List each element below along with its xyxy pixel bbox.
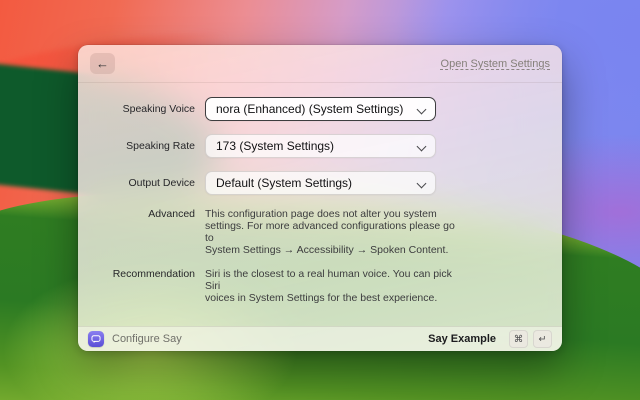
advanced-row: Advanced This configuration page does no… [78,208,562,256]
speech-bubble-icon [88,331,104,347]
chevron-down-icon [417,104,427,114]
back-arrow-icon: ← [96,56,109,71]
footer-actions: Say Example ⌘ ↵ [428,330,552,348]
command-key-icon[interactable]: ⌘ [509,330,528,348]
configure-say-window: ← Open System Settings Speaking Voice no… [78,45,562,351]
recommendation-label: Recommendation [78,268,205,280]
open-system-settings-link[interactable]: Open System Settings [441,58,550,70]
window-header: ← Open System Settings [78,45,562,83]
speaking-voice-select[interactable]: nora (Enhanced) (System Settings) [205,97,436,121]
output-device-value: Default (System Settings) [216,176,352,190]
speaking-rate-select[interactable]: 173 (System Settings) [205,134,436,158]
speaking-voice-row: Speaking Voice nora (Enhanced) (System S… [78,97,562,121]
advanced-text: This configuration page does not alter y… [205,208,455,256]
say-example-button[interactable]: Say Example [428,333,496,345]
back-button[interactable]: ← [90,53,115,74]
speaking-rate-row: Speaking Rate 173 (System Settings) [78,134,562,158]
recommendation-row: Recommendation Siri is the closest to a … [78,268,562,304]
window-footer: Configure Say Say Example ⌘ ↵ [78,326,562,351]
chevron-down-icon [417,142,427,152]
app-name-label: Configure Say [112,333,182,345]
speaking-voice-value: nora (Enhanced) (System Settings) [216,102,403,116]
return-key-icon[interactable]: ↵ [533,330,552,348]
advanced-label: Advanced [78,208,205,220]
desktop: ← Open System Settings Speaking Voice no… [0,0,640,400]
recommendation-text: Siri is the closest to a real human voic… [205,268,455,304]
output-device-label: Output Device [78,177,205,189]
speaking-rate-value: 173 (System Settings) [216,139,334,153]
speaking-rate-label: Speaking Rate [78,140,205,152]
speaking-voice-label: Speaking Voice [78,103,205,115]
form-body: Speaking Voice nora (Enhanced) (System S… [78,83,562,304]
chevron-down-icon [417,179,427,189]
output-device-select[interactable]: Default (System Settings) [205,171,436,195]
footer-app-info: Configure Say [88,331,182,347]
output-device-row: Output Device Default (System Settings) [78,171,562,195]
